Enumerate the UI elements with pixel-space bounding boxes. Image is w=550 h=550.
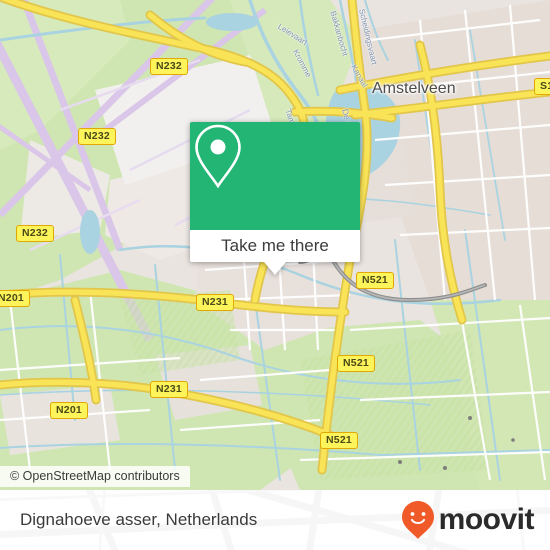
road-shield[interactable]: N232 — [16, 225, 54, 242]
road-shield[interactable]: N232 — [150, 58, 188, 75]
moovit-wordmark: moovit — [438, 503, 535, 536]
popup-tail — [264, 262, 286, 275]
moovit-brand[interactable]: moovit — [401, 490, 535, 550]
road-shield[interactable]: N231 — [196, 294, 234, 311]
place-title: Dignahoeve asser, Netherlands — [20, 510, 258, 529]
road-shield[interactable]: N201 — [0, 290, 30, 307]
map-pin-icon — [195, 124, 241, 189]
road-shield[interactable]: N201 — [50, 402, 88, 419]
popup-image-area — [190, 122, 360, 230]
road-shield[interactable]: S1 — [534, 78, 550, 95]
map-canvas[interactable]: N232 N232 N232 N201 N231 N231 N201 N521 … — [0, 0, 550, 490]
footer-bar: Dignahoeve asser, Netherlands moovit — [0, 490, 550, 550]
screenshot-root: N232 N232 N232 N201 N231 N231 N201 N521 … — [0, 0, 550, 550]
moovit-pin-icon — [401, 501, 434, 539]
map-attribution[interactable]: © OpenStreetMap contributors — [0, 466, 190, 487]
road-shield[interactable]: N231 — [150, 381, 188, 398]
take-me-there-button[interactable]: Take me there — [190, 230, 360, 262]
location-popup-card[interactable]: Take me there — [190, 122, 360, 275]
road-shield[interactable]: N521 — [337, 355, 375, 372]
road-shield[interactable]: N521 — [320, 432, 358, 449]
road-shield[interactable]: N232 — [78, 128, 116, 145]
road-shield[interactable]: N521 — [356, 272, 394, 289]
